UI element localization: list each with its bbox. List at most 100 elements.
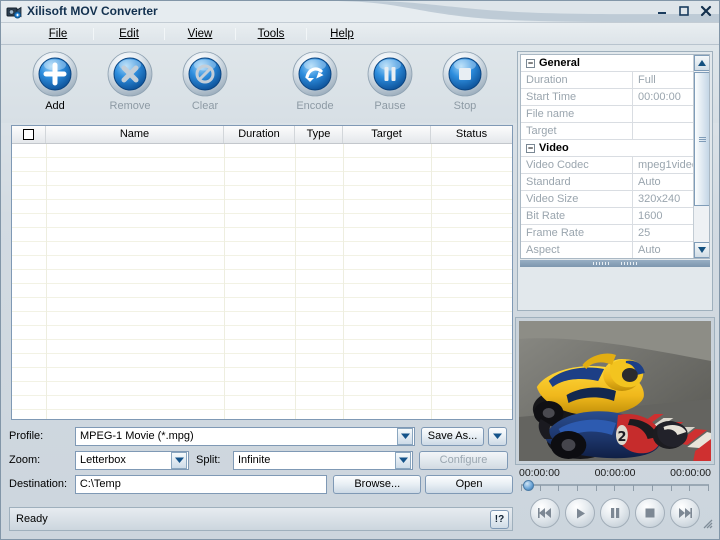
toolbar-button-pause[interactable]: Pause: [357, 51, 423, 112]
chevron-down-icon[interactable]: [395, 452, 411, 469]
column-header-target[interactable]: Target: [343, 126, 431, 143]
property-value[interactable]: 320x240: [633, 191, 694, 207]
select-all-checkbox[interactable]: [23, 129, 34, 140]
property-row-video-codec[interactable]: Video Codec mpeg1video: [521, 157, 694, 174]
property-value[interactable]: 25: [633, 225, 694, 241]
seek-slider[interactable]: [521, 480, 709, 492]
table-row[interactable]: [12, 186, 512, 200]
column-header-name[interactable]: Name: [46, 126, 224, 143]
property-group-label-video: Video: [539, 142, 569, 154]
toolbar-button-encode[interactable]: Encode: [282, 51, 348, 112]
toolbar-button-add[interactable]: Add: [22, 51, 88, 112]
configure-button[interactable]: Configure: [419, 451, 508, 470]
close-icon[interactable]: [697, 3, 715, 19]
table-row[interactable]: [12, 158, 512, 172]
profile-row: Profile: MPEG-1 Movie (*.mpg) Save As...: [9, 425, 513, 447]
table-row[interactable]: [12, 144, 512, 158]
skip-forward-icon[interactable]: [670, 498, 700, 528]
property-value[interactable]: Auto: [633, 242, 694, 258]
resize-grip-icon[interactable]: [701, 517, 713, 529]
scrollbar-thumb[interactable]: [694, 72, 710, 206]
help-button[interactable]: !?: [490, 510, 509, 529]
seek-thumb[interactable]: [523, 480, 534, 491]
file-list[interactable]: Name Duration Type Target Status: [11, 125, 513, 420]
properties-splitter[interactable]: [520, 260, 710, 267]
menu-item-tools[interactable]: Tools: [236, 26, 306, 42]
scroll-up-icon[interactable]: [694, 55, 710, 71]
table-row[interactable]: [12, 326, 512, 340]
menu-item-view[interactable]: View: [165, 26, 235, 42]
property-row-standard[interactable]: Standard Auto: [521, 174, 694, 191]
property-value[interactable]: [633, 106, 694, 122]
table-row[interactable]: [12, 312, 512, 326]
time-current: 00:00:00: [519, 467, 560, 479]
property-group-general[interactable]: − General: [521, 55, 694, 72]
output-settings: Profile: MPEG-1 Movie (*.mpg) Save As...…: [9, 425, 513, 499]
column-header-status[interactable]: Status: [431, 126, 512, 143]
property-row-bit-rate[interactable]: Bit Rate 1600: [521, 208, 694, 225]
scroll-down-icon[interactable]: [694, 242, 710, 258]
open-button[interactable]: Open: [425, 475, 513, 494]
chevron-down-icon[interactable]: [171, 452, 187, 469]
table-row[interactable]: [12, 284, 512, 298]
property-row-frame-rate[interactable]: Frame Rate 25: [521, 225, 694, 242]
property-value[interactable]: mpeg1video: [633, 157, 694, 173]
table-row[interactable]: [12, 214, 512, 228]
property-group-video[interactable]: − Video: [521, 140, 694, 157]
collapse-icon[interactable]: −: [526, 59, 535, 68]
play-icon[interactable]: [565, 498, 595, 528]
property-row-file-name[interactable]: File name: [521, 106, 694, 123]
video-preview-image[interactable]: 2: [519, 321, 711, 461]
table-row[interactable]: [12, 256, 512, 270]
toolbar-button-remove[interactable]: Remove: [97, 51, 163, 112]
property-value[interactable]: Auto: [633, 174, 694, 190]
maximize-icon[interactable]: [675, 3, 693, 19]
pause-icon[interactable]: [600, 498, 630, 528]
toolbar-button-stop[interactable]: Stop: [432, 51, 498, 112]
zoom-select[interactable]: Letterbox: [75, 451, 189, 470]
table-row[interactable]: [12, 200, 512, 214]
file-list-body[interactable]: [12, 144, 512, 420]
chevron-down-icon[interactable]: [397, 428, 413, 445]
collapse-icon[interactable]: −: [526, 144, 535, 153]
column-header-type[interactable]: Type: [295, 126, 343, 143]
menu-item-help[interactable]: Help: [307, 26, 377, 42]
table-row[interactable]: [12, 340, 512, 354]
destination-input[interactable]: C:\Temp: [75, 475, 327, 494]
property-row-start-time[interactable]: Start Time 00:00:00: [521, 89, 694, 106]
property-value[interactable]: Full: [633, 72, 694, 88]
toolbar-button-clear[interactable]: Clear: [172, 51, 238, 112]
table-row[interactable]: [12, 172, 512, 186]
properties-scrollbar[interactable]: [693, 55, 709, 258]
svg-text:2: 2: [617, 430, 626, 445]
table-row[interactable]: [12, 410, 512, 420]
property-row-target[interactable]: Target: [521, 123, 694, 140]
minimize-icon[interactable]: [653, 3, 671, 19]
profile-select[interactable]: MPEG-1 Movie (*.mpg): [75, 427, 415, 446]
column-header-duration[interactable]: Duration: [224, 126, 295, 143]
property-row-video-size[interactable]: Video Size 320x240: [521, 191, 694, 208]
save-as-button[interactable]: Save As...: [421, 427, 484, 446]
table-row[interactable]: [12, 298, 512, 312]
save-as-menu-button[interactable]: [488, 427, 507, 446]
table-row[interactable]: [12, 396, 512, 410]
property-row-aspect[interactable]: Aspect Auto: [521, 242, 694, 259]
property-value[interactable]: 1600: [633, 208, 694, 224]
property-value[interactable]: [633, 123, 694, 139]
table-row[interactable]: [12, 242, 512, 256]
table-row[interactable]: [12, 270, 512, 284]
split-select[interactable]: Infinite: [233, 451, 413, 470]
menu-item-file[interactable]: File: [23, 26, 93, 42]
column-header-checkbox[interactable]: [12, 126, 46, 143]
skip-back-icon[interactable]: [530, 498, 560, 528]
table-row[interactable]: [12, 228, 512, 242]
property-value[interactable]: 00:00:00: [633, 89, 694, 105]
browse-button[interactable]: Browse...: [333, 475, 421, 494]
menu-item-edit[interactable]: Edit: [94, 26, 164, 42]
properties-grid[interactable]: − General Duration Full Start Time 00:00…: [520, 54, 710, 259]
table-row[interactable]: [12, 354, 512, 368]
table-row[interactable]: [12, 382, 512, 396]
stop-icon[interactable]: [635, 498, 665, 528]
property-row-duration[interactable]: Duration Full: [521, 72, 694, 89]
table-row[interactable]: [12, 368, 512, 382]
